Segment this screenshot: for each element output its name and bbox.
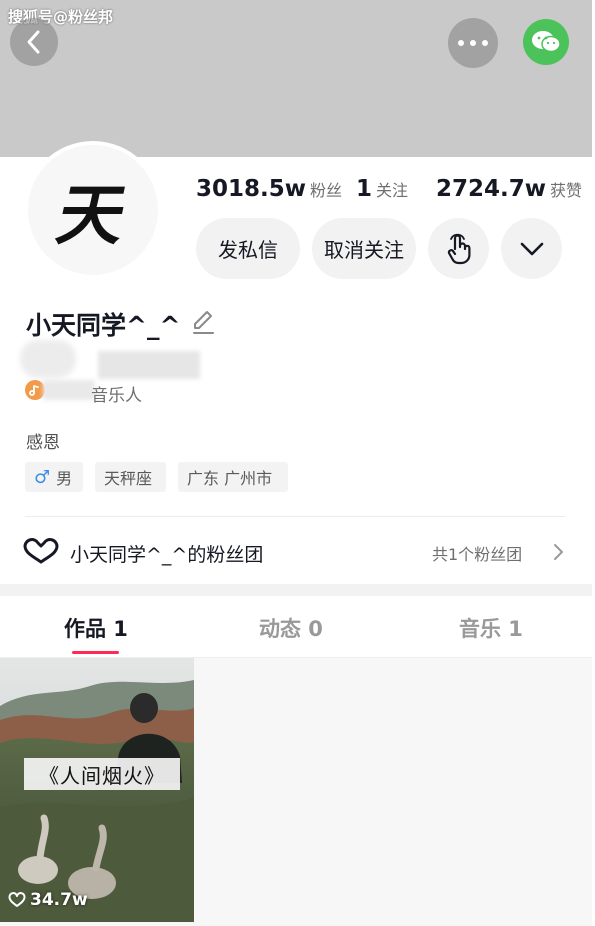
zodiac-label: 天秤座 <box>104 469 153 488</box>
likes-label: 获赞 <box>550 181 583 200</box>
wechat-icon <box>532 31 561 53</box>
following-stat[interactable]: 1 关注 <box>356 176 408 202</box>
fan-club-count[interactable]: 共1个粉丝团 <box>432 541 522 565</box>
gender-label: 男 <box>56 469 73 488</box>
zodiac-tag: 天秤座 <box>95 462 166 492</box>
send-message-button[interactable]: 发私信 <box>196 218 300 279</box>
wechat-share-button[interactable] <box>523 19 569 65</box>
profile-page: 搜狐号@粉丝邦 天 3018.5w粉丝 1关注 2724.7w获赞 发私信 <box>0 0 595 926</box>
expand-button[interactable] <box>501 218 562 279</box>
redacted-region <box>20 340 76 378</box>
avatar-logo: 天 <box>50 176 134 254</box>
male-icon: ♂ <box>34 466 51 488</box>
location-label: 广东 广州市 <box>187 469 273 488</box>
avatar[interactable]: 天 <box>28 145 158 275</box>
location-tag: 广东 广州市 <box>178 462 288 492</box>
chevron-down-icon <box>520 242 543 255</box>
likes-stat[interactable]: 2724.7w 获赞 <box>436 176 582 202</box>
fans-count: 3018.5w <box>196 176 307 202</box>
fans-label: 粉丝 <box>310 181 343 200</box>
unfollow-button[interactable]: 取消关注 <box>312 218 416 279</box>
video-title: 《人间烟火》 <box>24 758 180 790</box>
role-label: 音乐人 <box>91 386 142 406</box>
likes-count: 2724.7w <box>436 176 547 202</box>
video-thumbnail[interactable]: 《人间烟火》 34.7w <box>0 658 194 922</box>
heart-outline-icon <box>23 538 59 564</box>
following-label: 关注 <box>376 181 409 200</box>
tab-works[interactable]: 作品 1 <box>64 613 128 643</box>
active-tab-indicator <box>72 651 119 654</box>
back-icon <box>27 30 40 54</box>
nickname: 小天同学^_^ <box>26 311 181 340</box>
fans-stat[interactable]: 3018.5w 粉丝 <box>196 176 342 202</box>
music-badge <box>25 380 45 400</box>
tab-dynamics[interactable]: 动态 0 <box>259 613 323 643</box>
redacted-region <box>43 380 95 400</box>
following-count: 1 <box>356 176 373 202</box>
section-gap <box>0 584 592 596</box>
more-dots-icon <box>458 40 488 46</box>
gender-tag: ♂ 男 <box>25 462 83 492</box>
back-button[interactable] <box>10 18 58 66</box>
touch-icon <box>447 233 470 264</box>
more-options-button[interactable] <box>448 18 498 68</box>
music-note-icon <box>29 385 39 396</box>
video-cover-image <box>0 658 194 922</box>
profile-stats: 3018.5w 粉丝 1 关注 2724.7w 获赞 <box>196 176 582 208</box>
video-like-count: 34.7w <box>30 890 88 910</box>
redacted-region <box>98 351 200 379</box>
bio-text: 感恩 <box>26 433 60 453</box>
content-tabs: 作品 1 动态 0 音乐 1 <box>0 596 592 658</box>
chevron-right-icon[interactable] <box>552 543 564 561</box>
heart-icon <box>8 892 26 907</box>
divider <box>25 516 565 517</box>
video-likes: 34.7w <box>8 890 88 910</box>
interact-button[interactable] <box>428 218 489 279</box>
edit-icon[interactable] <box>191 309 215 335</box>
fan-club-title[interactable]: 小天同学^_^的粉丝团 <box>70 540 263 567</box>
tab-music[interactable]: 音乐 1 <box>459 613 523 643</box>
